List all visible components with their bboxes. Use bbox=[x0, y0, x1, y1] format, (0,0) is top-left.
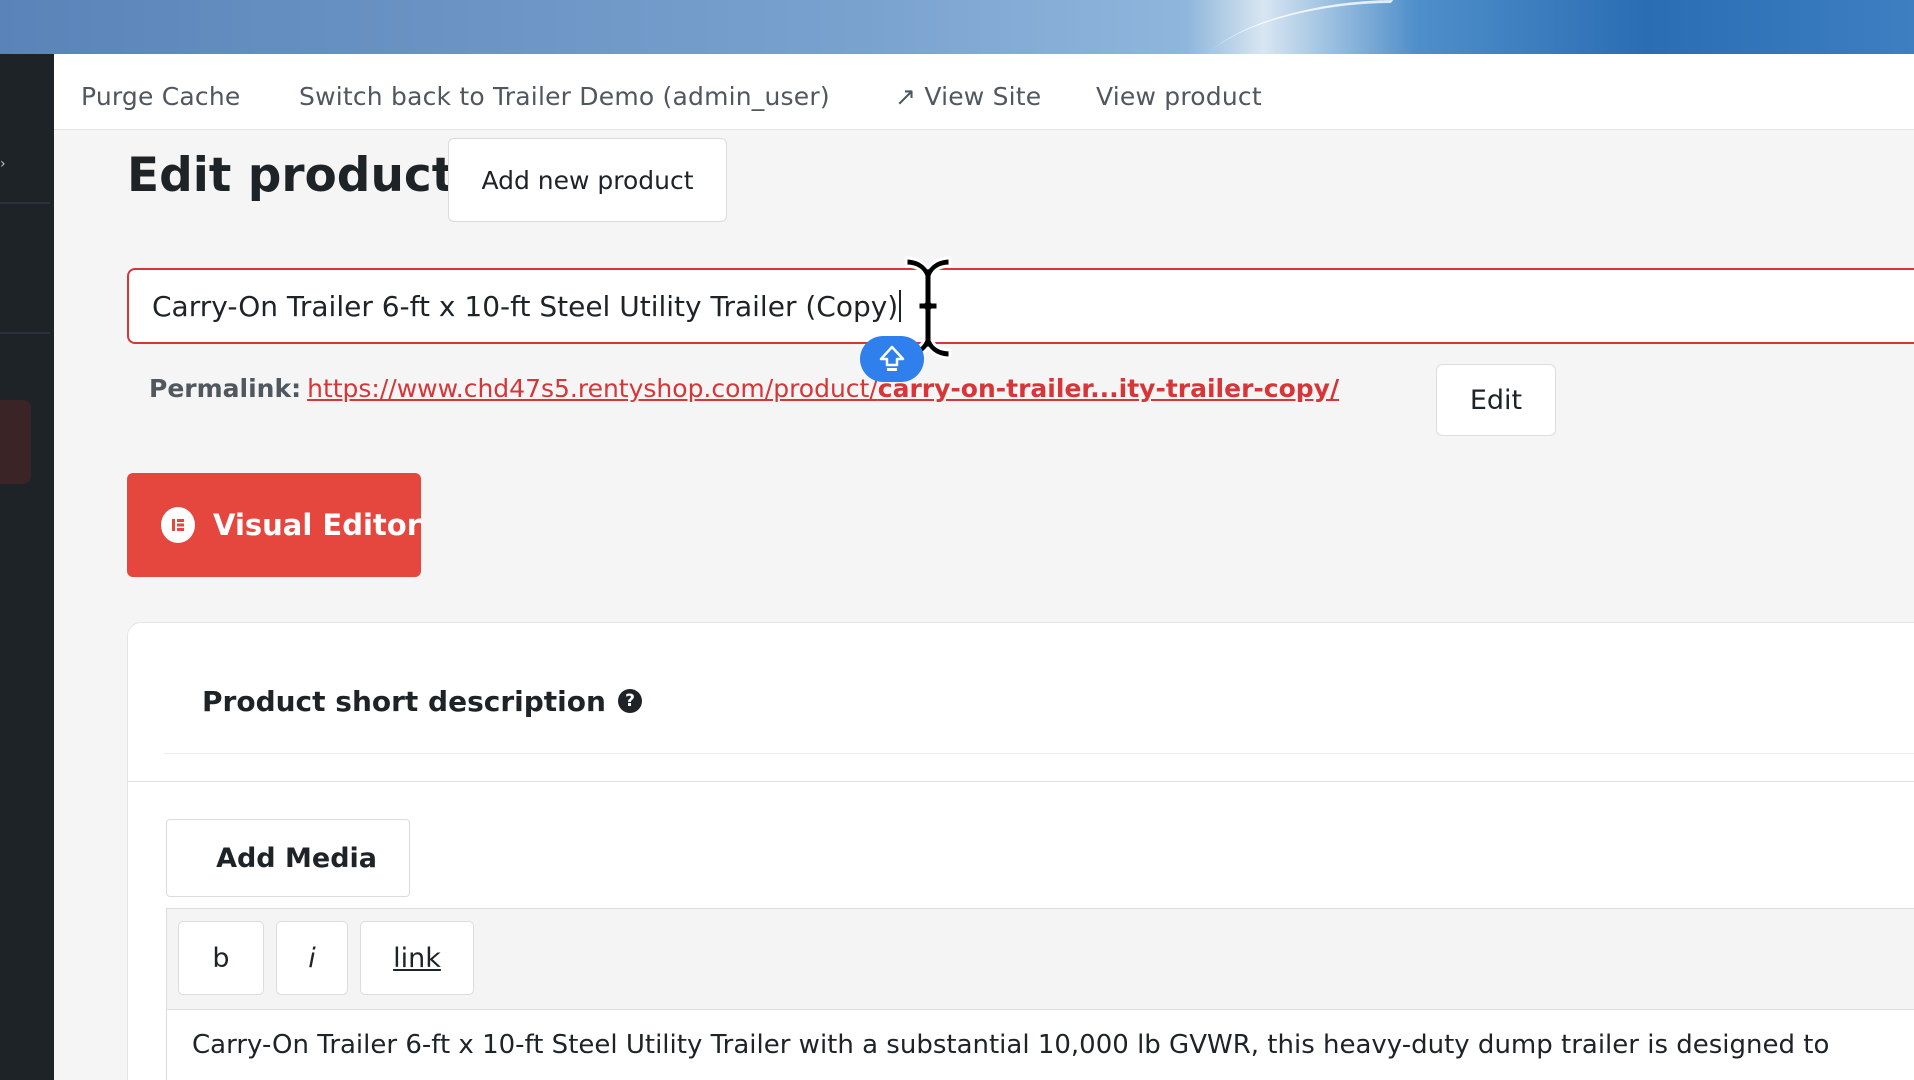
short-description-panel: Product short description ? Add Media b … bbox=[127, 622, 1914, 1080]
switch-back-link[interactable]: Switch back to Trailer Demo (admin_user) bbox=[299, 82, 830, 111]
desktop-wallpaper-strip bbox=[0, 0, 1914, 56]
short-description-textarea[interactable]: Carry-On Trailer 6-ft x 10-ft Steel Util… bbox=[166, 1009, 1914, 1080]
permalink-slug: carry-on-trailer...ity-trailer-copy/ bbox=[877, 374, 1340, 403]
admin-sidebar: › bbox=[0, 54, 54, 1080]
panel-divider bbox=[128, 781, 1914, 782]
product-title-value: Carry-On Trailer 6-ft x 10-ft Steel Util… bbox=[152, 289, 899, 323]
product-title-input[interactable]: Carry-On Trailer 6-ft x 10-ft Steel Util… bbox=[127, 268, 1914, 344]
short-description-content: Carry-On Trailer 6-ft x 10-ft Steel Util… bbox=[192, 1030, 1830, 1060]
italic-button[interactable]: i bbox=[276, 921, 348, 995]
wallpaper-swoosh bbox=[1206, 0, 1394, 56]
permalink-row: Permalink: https://www.chd47s5.rentyshop.… bbox=[149, 374, 1339, 403]
quicktags-toolbar: b i link bbox=[166, 908, 1914, 1010]
bold-button[interactable]: b bbox=[178, 921, 264, 995]
view-site-label: View Site bbox=[924, 82, 1042, 111]
panel-divider bbox=[164, 753, 1914, 754]
external-arrow-icon: ↗ bbox=[895, 82, 917, 111]
sidebar-separator bbox=[0, 202, 50, 204]
add-new-product-button[interactable]: Add new product bbox=[448, 138, 727, 222]
permalink-url[interactable]: https://www.chd47s5.rentyshop.com/produc… bbox=[307, 374, 1339, 403]
permalink-edit-button[interactable]: Edit bbox=[1436, 364, 1556, 436]
shift-key-icon bbox=[860, 336, 924, 382]
visual-editor-button[interactable]: Visual Editor bbox=[127, 473, 421, 577]
permalink-base: https://www.chd47s5.rentyshop.com/produc… bbox=[307, 374, 878, 403]
sidebar-separator bbox=[0, 332, 50, 334]
short-description-title: Product short description bbox=[202, 685, 606, 718]
sidebar-collapse-mark[interactable]: › bbox=[0, 156, 6, 172]
elementor-icon bbox=[161, 507, 196, 543]
page-title: Edit product bbox=[127, 148, 455, 203]
permalink-label: Permalink: bbox=[149, 374, 302, 403]
help-icon[interactable]: ? bbox=[618, 689, 642, 713]
sidebar-item-active[interactable] bbox=[0, 400, 31, 484]
link-button[interactable]: link bbox=[360, 921, 474, 995]
view-product-link[interactable]: View product bbox=[1096, 82, 1262, 111]
admin-toolbar: Purge Cache Switch back to Trailer Demo … bbox=[54, 54, 1914, 130]
view-site-link[interactable]: ↗ View Site bbox=[895, 82, 1041, 111]
visual-editor-label: Visual Editor bbox=[213, 508, 421, 542]
add-media-button[interactable]: Add Media bbox=[166, 819, 410, 897]
purge-cache-link[interactable]: Purge Cache bbox=[81, 82, 240, 111]
